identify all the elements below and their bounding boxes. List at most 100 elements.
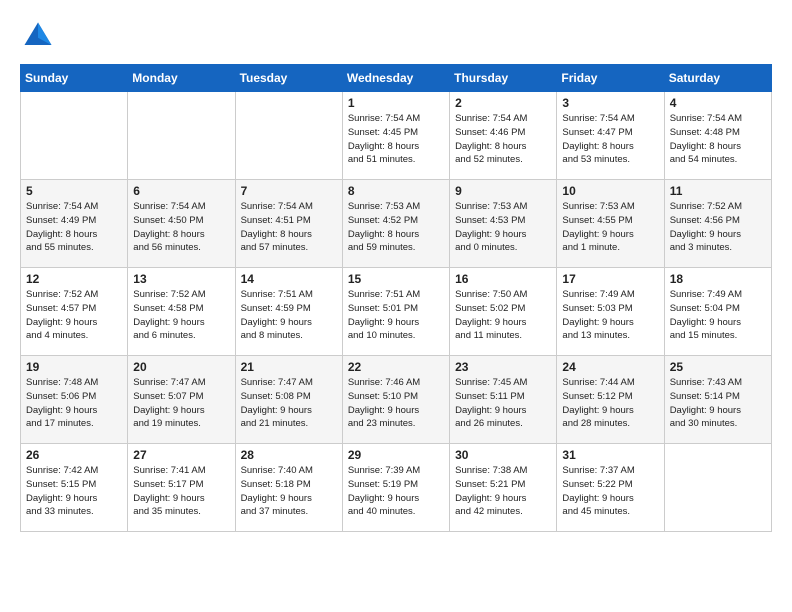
weekday-header-sunday: Sunday xyxy=(21,65,128,92)
day-number: 15 xyxy=(348,272,444,286)
day-info: Sunrise: 7:39 AM Sunset: 5:19 PM Dayligh… xyxy=(348,464,444,519)
day-info: Sunrise: 7:51 AM Sunset: 4:59 PM Dayligh… xyxy=(241,288,337,343)
day-number: 23 xyxy=(455,360,551,374)
day-info: Sunrise: 7:38 AM Sunset: 5:21 PM Dayligh… xyxy=(455,464,551,519)
day-number: 19 xyxy=(26,360,122,374)
calendar-day-23: 23 Sunrise: 7:45 AM Sunset: 5:11 PM Dayli… xyxy=(450,356,557,444)
day-number: 3 xyxy=(562,96,658,110)
day-number: 21 xyxy=(241,360,337,374)
logo xyxy=(20,18,60,54)
calendar-day-28: 28 Sunrise: 7:40 AM Sunset: 5:18 PM Dayli… xyxy=(235,444,342,532)
day-number: 9 xyxy=(455,184,551,198)
day-info: Sunrise: 7:47 AM Sunset: 5:08 PM Dayligh… xyxy=(241,376,337,431)
day-number: 11 xyxy=(670,184,766,198)
day-number: 17 xyxy=(562,272,658,286)
calendar-day-27: 27 Sunrise: 7:41 AM Sunset: 5:17 PM Dayli… xyxy=(128,444,235,532)
calendar-day-8: 8 Sunrise: 7:53 AM Sunset: 4:52 PM Daylig… xyxy=(342,180,449,268)
calendar-day-10: 10 Sunrise: 7:53 AM Sunset: 4:55 PM Dayli… xyxy=(557,180,664,268)
day-info: Sunrise: 7:49 AM Sunset: 5:03 PM Dayligh… xyxy=(562,288,658,343)
calendar-day-20: 20 Sunrise: 7:47 AM Sunset: 5:07 PM Dayli… xyxy=(128,356,235,444)
calendar-empty-cell xyxy=(21,92,128,180)
day-info: Sunrise: 7:52 AM Sunset: 4:58 PM Dayligh… xyxy=(133,288,229,343)
day-info: Sunrise: 7:47 AM Sunset: 5:07 PM Dayligh… xyxy=(133,376,229,431)
day-info: Sunrise: 7:54 AM Sunset: 4:47 PM Dayligh… xyxy=(562,112,658,167)
day-info: Sunrise: 7:43 AM Sunset: 5:14 PM Dayligh… xyxy=(670,376,766,431)
calendar-week-row: 5 Sunrise: 7:54 AM Sunset: 4:49 PM Daylig… xyxy=(21,180,772,268)
day-info: Sunrise: 7:50 AM Sunset: 5:02 PM Dayligh… xyxy=(455,288,551,343)
day-number: 26 xyxy=(26,448,122,462)
calendar-day-7: 7 Sunrise: 7:54 AM Sunset: 4:51 PM Daylig… xyxy=(235,180,342,268)
day-info: Sunrise: 7:53 AM Sunset: 4:55 PM Dayligh… xyxy=(562,200,658,255)
day-number: 5 xyxy=(26,184,122,198)
day-number: 8 xyxy=(348,184,444,198)
day-info: Sunrise: 7:54 AM Sunset: 4:49 PM Dayligh… xyxy=(26,200,122,255)
day-info: Sunrise: 7:53 AM Sunset: 4:53 PM Dayligh… xyxy=(455,200,551,255)
day-info: Sunrise: 7:54 AM Sunset: 4:51 PM Dayligh… xyxy=(241,200,337,255)
day-number: 16 xyxy=(455,272,551,286)
calendar-day-19: 19Sunrise: 7:48 AM Sunset: 5:06 PM Dayli… xyxy=(21,356,128,444)
weekday-header-friday: Friday xyxy=(557,65,664,92)
calendar-day-12: 12 Sunrise: 7:52 AM Sunset: 4:57 PM Dayli… xyxy=(21,268,128,356)
day-info: Sunrise: 7:51 AM Sunset: 5:01 PM Dayligh… xyxy=(348,288,444,343)
day-info: Sunrise: 7:52 AM Sunset: 4:56 PM Dayligh… xyxy=(670,200,766,255)
calendar-day-14: 14 Sunrise: 7:51 AM Sunset: 4:59 PM Dayli… xyxy=(235,268,342,356)
calendar-day-13: 13 Sunrise: 7:52 AM Sunset: 4:58 PM Dayli… xyxy=(128,268,235,356)
day-number: 2 xyxy=(455,96,551,110)
calendar-week-row: 1Sunrise: 7:54 AM Sunset: 4:45 PM Daylig… xyxy=(21,92,772,180)
calendar-empty-cell xyxy=(664,444,771,532)
day-number: 7 xyxy=(241,184,337,198)
day-number: 28 xyxy=(241,448,337,462)
weekday-header-wednesday: Wednesday xyxy=(342,65,449,92)
day-info: Sunrise: 7:45 AM Sunset: 5:11 PM Dayligh… xyxy=(455,376,551,431)
day-number: 12 xyxy=(26,272,122,286)
calendar-day-2: 2 Sunrise: 7:54 AM Sunset: 4:46 PM Daylig… xyxy=(450,92,557,180)
calendar-day-11: 11 Sunrise: 7:52 AM Sunset: 4:56 PM Dayli… xyxy=(664,180,771,268)
calendar-empty-cell xyxy=(235,92,342,180)
day-number: 13 xyxy=(133,272,229,286)
calendar-day-1: 1Sunrise: 7:54 AM Sunset: 4:45 PM Daylig… xyxy=(342,92,449,180)
calendar-day-9: 9 Sunrise: 7:53 AM Sunset: 4:53 PM Daylig… xyxy=(450,180,557,268)
day-info: Sunrise: 7:41 AM Sunset: 5:17 PM Dayligh… xyxy=(133,464,229,519)
day-info: Sunrise: 7:52 AM Sunset: 4:57 PM Dayligh… xyxy=(26,288,122,343)
logo-icon xyxy=(20,18,56,54)
day-number: 10 xyxy=(562,184,658,198)
day-number: 25 xyxy=(670,360,766,374)
day-info: Sunrise: 7:49 AM Sunset: 5:04 PM Dayligh… xyxy=(670,288,766,343)
calendar-day-31: 31Sunrise: 7:37 AM Sunset: 5:22 PM Dayli… xyxy=(557,444,664,532)
weekday-header-saturday: Saturday xyxy=(664,65,771,92)
day-number: 4 xyxy=(670,96,766,110)
day-number: 6 xyxy=(133,184,229,198)
calendar-day-24: 24 Sunrise: 7:44 AM Sunset: 5:12 PM Dayli… xyxy=(557,356,664,444)
day-number: 20 xyxy=(133,360,229,374)
day-info: Sunrise: 7:44 AM Sunset: 5:12 PM Dayligh… xyxy=(562,376,658,431)
day-number: 22 xyxy=(348,360,444,374)
weekday-header-monday: Monday xyxy=(128,65,235,92)
calendar-day-29: 29 Sunrise: 7:39 AM Sunset: 5:19 PM Dayli… xyxy=(342,444,449,532)
calendar-day-5: 5 Sunrise: 7:54 AM Sunset: 4:49 PM Daylig… xyxy=(21,180,128,268)
calendar-day-15: 15 Sunrise: 7:51 AM Sunset: 5:01 PM Dayli… xyxy=(342,268,449,356)
calendar-day-21: 21 Sunrise: 7:47 AM Sunset: 5:08 PM Dayli… xyxy=(235,356,342,444)
weekday-header-thursday: Thursday xyxy=(450,65,557,92)
day-info: Sunrise: 7:54 AM Sunset: 4:50 PM Dayligh… xyxy=(133,200,229,255)
day-number: 24 xyxy=(562,360,658,374)
day-number: 14 xyxy=(241,272,337,286)
calendar-table: SundayMondayTuesdayWednesdayThursdayFrid… xyxy=(20,64,772,532)
weekday-header-row: SundayMondayTuesdayWednesdayThursdayFrid… xyxy=(21,65,772,92)
day-info: Sunrise: 7:54 AM Sunset: 4:48 PM Dayligh… xyxy=(670,112,766,167)
header xyxy=(20,18,772,54)
calendar-day-22: 22Sunrise: 7:46 AM Sunset: 5:10 PM Dayli… xyxy=(342,356,449,444)
day-info: Sunrise: 7:53 AM Sunset: 4:52 PM Dayligh… xyxy=(348,200,444,255)
calendar-empty-cell xyxy=(128,92,235,180)
day-info: Sunrise: 7:54 AM Sunset: 4:46 PM Dayligh… xyxy=(455,112,551,167)
day-info: Sunrise: 7:40 AM Sunset: 5:18 PM Dayligh… xyxy=(241,464,337,519)
calendar-day-4: 4 Sunrise: 7:54 AM Sunset: 4:48 PM Daylig… xyxy=(664,92,771,180)
day-number: 18 xyxy=(670,272,766,286)
day-number: 29 xyxy=(348,448,444,462)
calendar-day-25: 25 Sunrise: 7:43 AM Sunset: 5:14 PM Dayli… xyxy=(664,356,771,444)
calendar-day-3: 3 Sunrise: 7:54 AM Sunset: 4:47 PM Daylig… xyxy=(557,92,664,180)
day-number: 27 xyxy=(133,448,229,462)
page: SundayMondayTuesdayWednesdayThursdayFrid… xyxy=(0,0,792,612)
day-number: 1 xyxy=(348,96,444,110)
day-number: 31 xyxy=(562,448,658,462)
calendar-day-17: 17 Sunrise: 7:49 AM Sunset: 5:03 PM Dayli… xyxy=(557,268,664,356)
